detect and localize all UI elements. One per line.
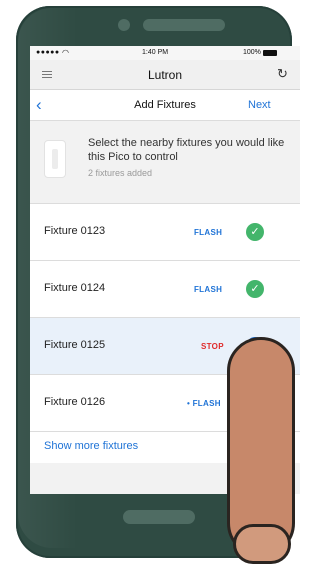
fixture-name: Fixture 0125 [44, 339, 106, 351]
status-bar: ●●●●● ◠ 1:40 PM 100% [30, 46, 300, 60]
signal-icon: ●●●●● [36, 49, 60, 56]
camera-icon [118, 19, 130, 31]
flash-button[interactable]: FLASH [194, 285, 222, 294]
fixtures-added-count: 2 fixtures added [88, 168, 153, 178]
fixture-name: Fixture 0126 [44, 396, 106, 408]
fixture-row[interactable]: Fixture 0123 FLASH ✓ [30, 204, 300, 261]
refresh-icon[interactable]: ↻ [277, 66, 288, 82]
status-time: 1:40 PM [142, 49, 169, 56]
fixture-row[interactable]: Fixture 0124 FLASH ✓ [30, 261, 300, 318]
nav-bar: ‹ Add Fixtures Next [30, 90, 300, 121]
browser-title: Lutron [147, 68, 183, 82]
fixture-name: Fixture 0124 [44, 282, 106, 294]
flash-button[interactable]: • FLASH [187, 399, 221, 408]
home-button[interactable] [123, 510, 195, 524]
pico-remote-icon [44, 140, 66, 178]
speaker-grille [143, 19, 225, 31]
battery-percent: 100% [243, 49, 261, 56]
check-icon[interactable]: ✓ [246, 223, 264, 241]
check-icon[interactable]: ✓ [246, 280, 264, 298]
instruction-panel: Select the nearby fixtures you would lik… [30, 121, 300, 204]
show-more-link[interactable]: Show more fixtures [44, 440, 138, 452]
next-button[interactable]: Next [248, 99, 271, 111]
battery-icon [263, 50, 277, 56]
flash-button[interactable]: FLASH [194, 228, 222, 237]
stop-button[interactable]: STOP [201, 342, 224, 351]
wifi-icon: ◠ [62, 48, 69, 57]
instruction-text: Select the nearby fixtures you would lik… [88, 137, 285, 163]
browser-bar: Lutron ↻ [30, 60, 300, 90]
finger-tip-overlay [233, 524, 291, 564]
fixture-name: Fixture 0123 [44, 225, 106, 237]
